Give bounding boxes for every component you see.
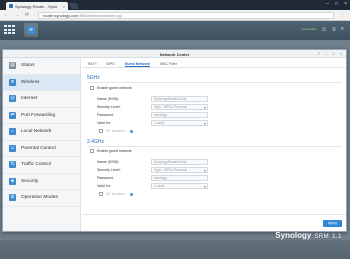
info-icon[interactable] bbox=[129, 129, 133, 133]
close-icon[interactable]: × bbox=[340, 51, 342, 56]
sidebar-item-operation-modes[interactable]: ⚙ Operation Modes bbox=[3, 190, 80, 207]
ap-isolation-5ghz-row: AP isolation bbox=[99, 129, 133, 133]
sidebar-item-parental-control[interactable]: ☺ Parental Control bbox=[3, 141, 80, 157]
sidebar-item-traffic-control[interactable]: ⇅ Traffic Control bbox=[3, 157, 80, 174]
valid-5ghz-select[interactable]: 1 week bbox=[151, 120, 208, 126]
enable-guest-24ghz-label: Enable guest network bbox=[97, 149, 132, 153]
browser-tab-title: Synology Router - Syno bbox=[15, 3, 58, 9]
ap-isolation-24ghz-label: AP isolation bbox=[106, 192, 125, 196]
divider bbox=[87, 82, 342, 83]
info-icon[interactable] bbox=[129, 192, 133, 196]
apply-button[interactable]: Apply bbox=[323, 220, 342, 227]
help-icon[interactable]: ? bbox=[318, 51, 320, 56]
enable-guest-5ghz-checkbox[interactable] bbox=[90, 86, 94, 90]
divider bbox=[87, 146, 342, 147]
synology-srm-logo: Synology SRM 1.1 bbox=[275, 231, 342, 240]
window-title: Network Center bbox=[159, 52, 190, 57]
tab-wifi[interactable]: Wi-Fi bbox=[88, 59, 96, 67]
guest-network-panel: 5GHz Enable guest network Name (SSID): S… bbox=[87, 70, 342, 210]
browser-tab-bar: Synology Router - Syno × – □ × bbox=[0, 0, 350, 10]
ap-isolation-5ghz-label: AP isolation bbox=[106, 129, 125, 133]
close-window-icon[interactable]: × bbox=[344, 1, 347, 7]
parental-icon: ☺ bbox=[9, 144, 16, 152]
ap-isolation-5ghz-checkbox[interactable] bbox=[99, 129, 103, 133]
synology-favicon-icon bbox=[9, 4, 13, 8]
security-24ghz-label: Security Level: bbox=[97, 168, 121, 172]
new-tab-button[interactable] bbox=[68, 3, 80, 9]
options-icon[interactable]: ≡ bbox=[332, 27, 336, 33]
ap-isolation-24ghz-row: AP isolation bbox=[99, 192, 133, 196]
enable-guest-24ghz-checkbox[interactable] bbox=[90, 149, 94, 153]
window-title-controls: ? – □ × bbox=[318, 51, 342, 56]
sidebar-item-security[interactable]: ◈ Security bbox=[3, 174, 80, 190]
forward-arrow-icon[interactable]: → bbox=[14, 12, 19, 18]
valid-24ghz-label: Valid for: bbox=[97, 184, 111, 188]
network-center-window: Network Center ? – □ × ▤ Status ≋ Wirele… bbox=[2, 49, 347, 232]
window-titlebar[interactable]: Network Center ? – □ × bbox=[3, 50, 346, 58]
ap-isolation-24ghz-checkbox[interactable] bbox=[99, 192, 103, 196]
ssid-5ghz-label: Name (SSID): bbox=[97, 97, 120, 101]
security-24ghz-select[interactable]: High - WPA2-Personal bbox=[151, 167, 208, 173]
password-24ghz-field[interactable]: synology bbox=[151, 175, 208, 181]
url-host: router.synology.com bbox=[43, 13, 79, 18]
sidebar-item-internet[interactable]: ◎ Internet bbox=[3, 91, 80, 108]
browser-tab[interactable]: Synology Router - Syno × bbox=[6, 2, 68, 10]
lan-icon: ⌂ bbox=[9, 128, 16, 136]
modes-icon: ⚙ bbox=[9, 194, 16, 202]
sidebar-item-local-network[interactable]: ⌂ Local Network bbox=[3, 124, 80, 141]
main-menu-grid-icon[interactable] bbox=[4, 25, 15, 35]
back-arrow-icon[interactable]: ← bbox=[4, 12, 9, 18]
tab-wps[interactable]: WPS bbox=[106, 59, 114, 67]
url-path: :8000/webman/index.cgi bbox=[78, 13, 122, 18]
enable-guest-5ghz-row: Enable guest network bbox=[90, 86, 132, 90]
browser-toolbar: ← → ⟳ router.synology.com:8000/webman/in… bbox=[0, 10, 350, 21]
password-5ghz-label: Password: bbox=[97, 113, 114, 117]
sidebar-item-wireless[interactable]: ≋ Wireless bbox=[3, 74, 80, 91]
section-title-5ghz: 5GHz bbox=[87, 75, 100, 81]
ssid-5ghz-field[interactable]: SynologyRouterGuest bbox=[151, 96, 208, 102]
traffic-icon: ⇅ bbox=[9, 161, 16, 169]
ssid-24ghz-label: Name (SSID): bbox=[97, 160, 120, 164]
search-icon[interactable]: ⌕ bbox=[341, 26, 344, 33]
enable-guest-5ghz-label: Enable guest network bbox=[97, 86, 132, 90]
reload-icon[interactable]: ⟳ bbox=[25, 12, 29, 18]
port-forward-icon: ⇄ bbox=[9, 111, 16, 119]
tab-mac-filter[interactable]: MAC Filter bbox=[160, 59, 177, 67]
desktop-bottom-area bbox=[0, 240, 350, 259]
security-5ghz-select[interactable]: High - WPA2-Personal bbox=[151, 104, 208, 110]
minimize-window-icon[interactable]: – bbox=[326, 1, 329, 7]
connection-status: Connected bbox=[301, 27, 316, 31]
ssid-24ghz-field[interactable]: SynologyRouterGuest bbox=[151, 159, 208, 165]
window-controls: – □ × bbox=[326, 1, 347, 7]
globe-icon: ◎ bbox=[9, 95, 16, 103]
srm-taskbar: ≋ Connected ☺ ≡ ⌕ bbox=[0, 21, 350, 40]
wireless-icon: ≋ bbox=[9, 78, 16, 86]
sidebar-item-status[interactable]: ▤ Status bbox=[3, 58, 80, 75]
wifi-icon: ≋ bbox=[27, 26, 35, 34]
shield-icon: ◈ bbox=[9, 177, 16, 185]
section-title-24ghz: 2.4GHz bbox=[87, 139, 104, 145]
maximize-icon[interactable]: □ bbox=[332, 51, 334, 56]
browser-menu-icon[interactable]: ⋮ bbox=[340, 12, 345, 18]
minimize-icon[interactable]: – bbox=[325, 51, 327, 56]
close-tab-icon[interactable]: × bbox=[63, 4, 65, 9]
tab-strip: Wi-Fi WPS Guest Network MAC Filter bbox=[82, 59, 346, 68]
address-bar[interactable]: router.synology.com:8000/webman/index.cg… bbox=[38, 12, 334, 19]
password-24ghz-label: Password: bbox=[97, 176, 114, 180]
valid-24ghz-select[interactable]: 1 week bbox=[151, 183, 208, 189]
srm-tray: Connected ☺ ≡ ⌕ bbox=[301, 26, 344, 33]
window-footer: Apply bbox=[82, 214, 346, 231]
valid-5ghz-label: Valid for: bbox=[97, 121, 111, 125]
enable-guest-24ghz-row: Enable guest network bbox=[90, 149, 132, 153]
user-icon[interactable]: ☺ bbox=[321, 27, 327, 33]
maximize-window-icon[interactable]: □ bbox=[335, 1, 338, 7]
tab-guest-network[interactable]: Guest Network bbox=[124, 59, 150, 67]
sidebar: ▤ Status ≋ Wireless ◎ Internet ⇄ Port Fo… bbox=[3, 58, 81, 231]
status-icon: ▤ bbox=[9, 62, 16, 70]
security-5ghz-label: Security Level: bbox=[97, 105, 121, 109]
sidebar-item-port-forwarding[interactable]: ⇄ Port Forwarding bbox=[3, 108, 80, 124]
password-5ghz-field[interactable]: synology bbox=[151, 112, 208, 118]
network-center-taskbar-button[interactable]: ≋ bbox=[24, 23, 38, 37]
